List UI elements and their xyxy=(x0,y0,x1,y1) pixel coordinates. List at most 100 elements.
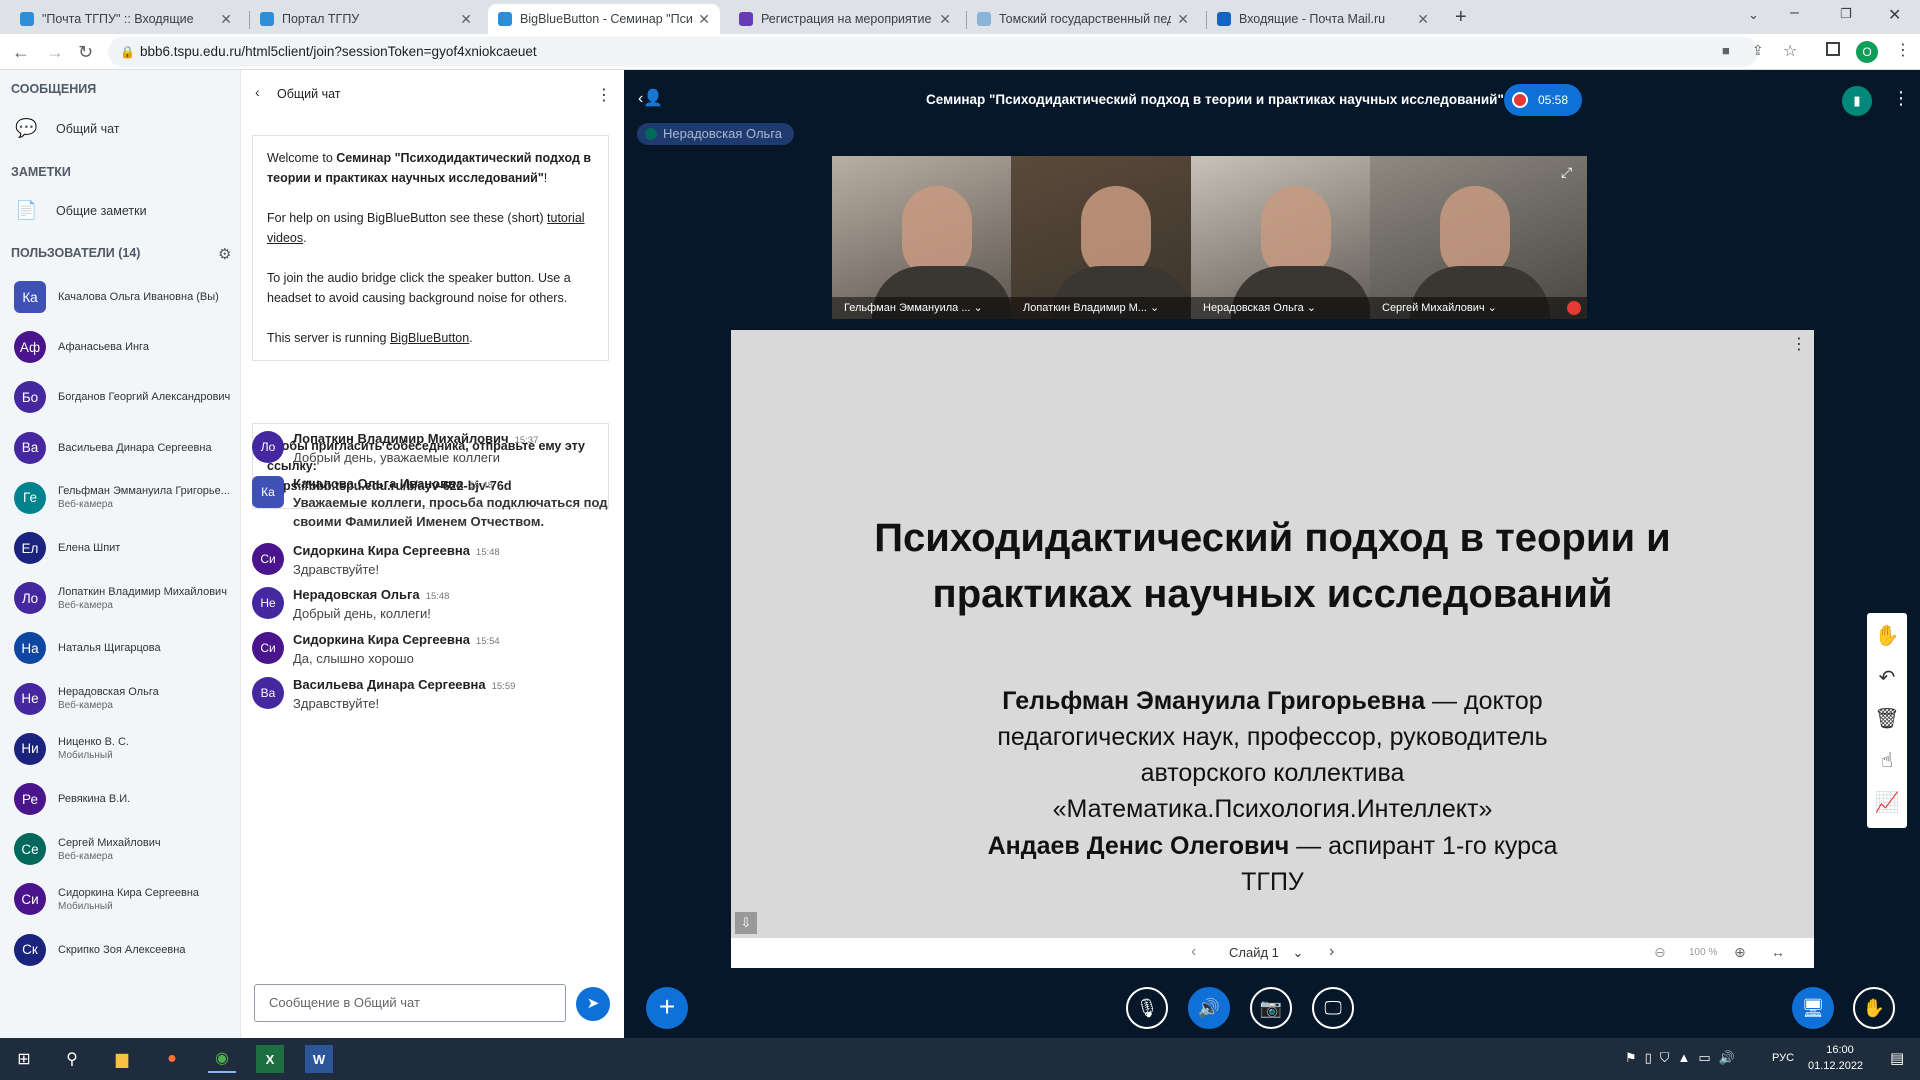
user-list-item[interactable]: Ге Гельфман Эммануила Григорье... Веб-каме… xyxy=(14,478,236,518)
clock-time[interactable]: 16:00 xyxy=(1820,1044,1860,1056)
browser-tab[interactable]: Входящие - Почта Mail.ru ✕ xyxy=(1207,4,1439,34)
windows-start-icon[interactable]: ⊞ xyxy=(10,1045,38,1073)
chat-back-button[interactable]: ‹ xyxy=(255,84,260,100)
tab-close-icon[interactable]: ✕ xyxy=(698,11,710,28)
browser-tab[interactable]: Портал ТГПУ ✕ xyxy=(250,4,482,34)
send-message-button[interactable]: ➤ xyxy=(576,987,610,1021)
notes-icon: 📄 xyxy=(15,200,38,220)
user-list-item[interactable]: Не Нерадовская Ольга Веб-камера xyxy=(14,679,236,719)
browser-tab[interactable]: BigBlueButton - Семинар "Пси ✕ xyxy=(488,4,720,34)
public-chat-item[interactable]: 💬 Общий чат xyxy=(15,118,120,139)
lock-icon: 🔒 xyxy=(120,45,135,59)
user-list-item[interactable]: Ло Лопаткин Владимир Михайлович Веб-камера xyxy=(14,578,236,618)
excel-icon[interactable]: X xyxy=(256,1045,284,1073)
user-list-item[interactable]: Аф Афанасьева Инга xyxy=(14,327,236,367)
user-list-item[interactable]: Ел Елена Шпит xyxy=(14,528,236,568)
user-list-item[interactable]: Ка Качалова Ольга Ивановна (Вы) xyxy=(14,277,236,317)
next-slide-button[interactable]: › xyxy=(1329,943,1334,961)
browser-tab[interactable]: Регистрация на мероприятие - ✕ xyxy=(729,4,961,34)
url-field[interactable]: 🔒 bbb6.tspu.edu.ru/html5client/join?sess… xyxy=(108,37,1758,67)
screen-share-button[interactable]: 🖵 xyxy=(1312,987,1354,1029)
tab-close-icon[interactable]: ✕ xyxy=(1177,11,1189,28)
user-list-item[interactable]: Си Сидоркина Кира Сергеевна Мобильный xyxy=(14,879,236,919)
tab-close-icon[interactable]: ✕ xyxy=(939,11,951,28)
tab-title: Портал ТГПУ xyxy=(282,12,360,26)
bookmark-star-icon[interactable]: ☆ xyxy=(1783,41,1797,61)
fit-width-button[interactable]: ↔ xyxy=(1771,944,1785,960)
user-list-item[interactable]: Ск Скрипко Зоя Алексеевна xyxy=(14,930,236,970)
notifications-icon[interactable]: ▤ xyxy=(1890,1049,1904,1067)
zoom-in-button[interactable]: ⊕ xyxy=(1734,944,1746,961)
webcam-tile[interactable]: ⤢ Сергей Михайлович ⌄ xyxy=(1370,156,1587,319)
windows-taskbar: ⊞ ⚲ ▆ ● ◉ X W ⚑▯⛉▲▭🔊 РУС 16:00 01.12.202… xyxy=(0,1038,1920,1080)
tab-close-icon[interactable]: ✕ xyxy=(1417,11,1429,28)
clock-date[interactable]: 01.12.2022 xyxy=(1808,1060,1863,1072)
user-list-item[interactable]: Се Сергей Михайлович Веб-камера xyxy=(14,829,236,869)
connection-status-icon[interactable]: ▮ xyxy=(1842,86,1872,116)
bigbluebutton-link[interactable]: BigBlueButton xyxy=(390,331,469,345)
user-list-item[interactable]: Ни Ниценко В. С. Мобильный xyxy=(14,729,236,769)
browser-tab[interactable]: Томский государственный пед ✕ xyxy=(967,4,1199,34)
language-indicator[interactable]: РУС xyxy=(1772,1052,1794,1064)
undo-icon[interactable]: ↶ xyxy=(1867,657,1907,697)
shared-notes-item[interactable]: 📄 Общие заметки xyxy=(15,200,147,221)
toggle-userlist-icon[interactable]: ‹👤 xyxy=(638,88,663,108)
download-slide-icon[interactable]: ⇩ xyxy=(735,912,757,934)
maximize-button[interactable]: ❐ xyxy=(1840,6,1852,22)
talking-indicator[interactable]: Нерадовская Ольга xyxy=(637,123,795,145)
firefox-icon[interactable]: ● xyxy=(158,1045,186,1073)
tab-search-icon[interactable]: ⌄ xyxy=(1748,7,1759,23)
search-icon[interactable]: ⚲ xyxy=(58,1045,86,1073)
share-icon[interactable]: ⇪ xyxy=(1752,42,1764,59)
browser-menu-icon[interactable]: ⋮ xyxy=(1895,40,1911,60)
close-window-button[interactable]: ✕ xyxy=(1888,5,1901,25)
tab-title: Регистрация на мероприятие - xyxy=(761,12,934,26)
forward-icon[interactable]: → xyxy=(46,42,64,63)
webcam-button[interactable]: 📷 xyxy=(1250,987,1292,1029)
prev-slide-button[interactable]: ‹ xyxy=(1191,943,1196,961)
user-list-item[interactable]: Ва Васильева Динара Сергеевна xyxy=(14,428,236,468)
new-tab-button[interactable]: + xyxy=(1455,6,1467,29)
fullscreen-icon[interactable]: ⤢ xyxy=(1561,164,1579,182)
actions-plus-button[interactable]: + xyxy=(646,987,688,1029)
user-list-item[interactable]: На Наталья Щигарцова xyxy=(14,628,236,668)
recording-timer[interactable]: 05:58 xyxy=(1504,84,1582,116)
zoom-out-button[interactable]: ⊖ xyxy=(1654,944,1666,961)
mute-mic-button[interactable]: 🎙 xyxy=(1126,987,1168,1029)
reload-icon[interactable]: ↻ xyxy=(78,42,93,63)
pan-hand-icon[interactable]: ✋ xyxy=(1867,615,1907,655)
presentation-options-icon[interactable]: ⋮ xyxy=(1791,334,1807,354)
message-body: Васильева Динара Сергеевна 15:59 Здравству… xyxy=(293,677,515,713)
chat-options-icon[interactable]: ⋮ xyxy=(596,85,612,105)
user-list-item[interactable]: Бо Богданов Георгий Александрович xyxy=(14,377,236,417)
camera-icon[interactable]: ■ xyxy=(1722,43,1730,58)
file-explorer-icon[interactable]: ▆ xyxy=(108,1045,136,1073)
options-menu-icon[interactable]: ⋮ xyxy=(1892,88,1910,109)
message-time: 15:48 xyxy=(425,591,450,602)
webcam-name-label[interactable]: Сергей Михайлович ⌄ xyxy=(1370,297,1587,319)
side-panel-icon[interactable] xyxy=(1826,42,1840,56)
help-line: For help on using BigBlueButton see thes… xyxy=(267,211,585,245)
user-list-item[interactable]: Ре Ревякина В.И. xyxy=(14,779,236,819)
word-icon[interactable]: W xyxy=(305,1045,333,1073)
clear-trash-icon[interactable]: 🗑 xyxy=(1867,698,1907,738)
tab-close-icon[interactable]: ✕ xyxy=(220,11,232,28)
audio-speaker-button[interactable]: 🔊 xyxy=(1188,987,1230,1029)
user-name-block: Скрипко Зоя Алексеевна xyxy=(58,944,236,956)
welcome-line: Welcome to Семинар "Психодидактический п… xyxy=(267,151,592,185)
multi-user-icon[interactable]: ☝ xyxy=(1867,740,1907,780)
minimize-button[interactable]: – xyxy=(1790,4,1799,22)
chat-input[interactable]: Сообщение в Общий чат xyxy=(254,984,566,1022)
tab-close-icon[interactable]: ✕ xyxy=(460,11,472,28)
back-icon[interactable]: ← xyxy=(12,42,30,63)
raise-hand-button[interactable]: ✋ xyxy=(1853,987,1895,1029)
browser-tab[interactable]: "Почта ТГПУ" :: Входящие ✕ xyxy=(10,4,242,34)
presentation-toggle-button[interactable]: 🖥 xyxy=(1792,987,1834,1029)
chrome-icon[interactable]: ◉ xyxy=(208,1045,236,1073)
slide-title: Психодидактический подход в теории и пра… xyxy=(874,516,1671,616)
profile-avatar[interactable]: O xyxy=(1856,41,1878,63)
system-tray-icons[interactable]: ⚑▯⛉▲▭🔊 xyxy=(1625,1050,1743,1066)
chart-icon[interactable]: 📈 xyxy=(1867,782,1907,822)
slide-selector[interactable]: Слайд 1 ⌄ xyxy=(1229,945,1303,961)
user-settings-gear-icon[interactable]: ⚙ xyxy=(218,245,231,263)
